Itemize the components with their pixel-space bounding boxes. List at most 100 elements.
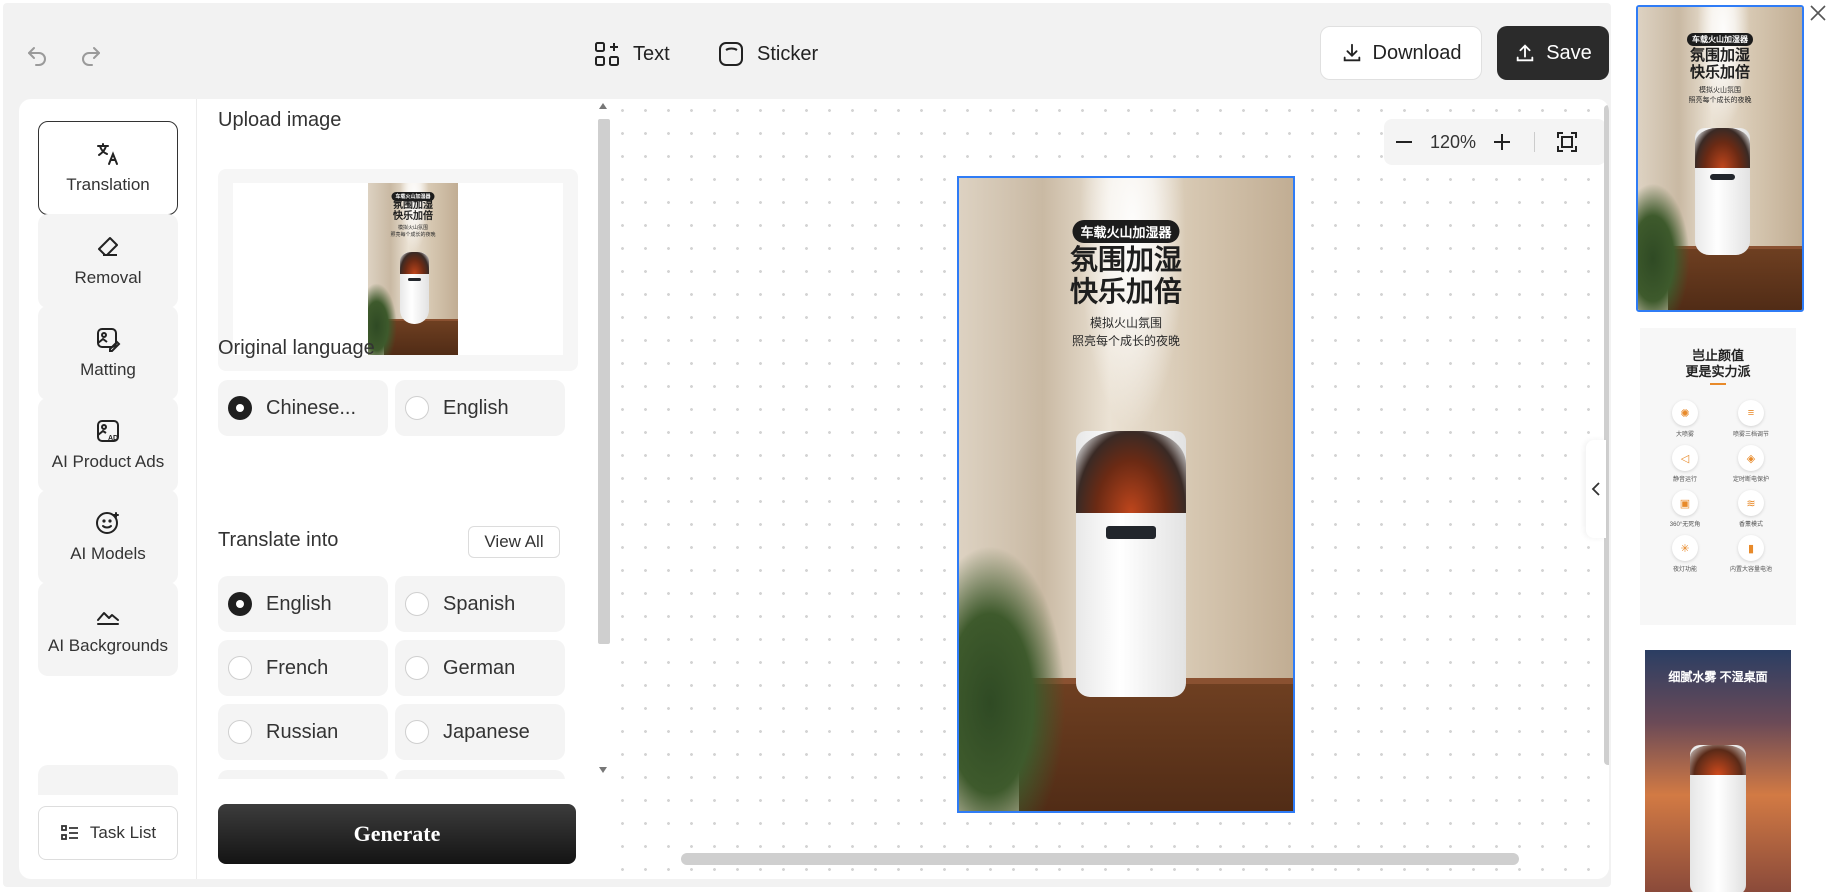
sticker-icon: [719, 42, 743, 66]
add-sticker-button[interactable]: Sticker: [717, 35, 818, 73]
canvas-vertical-scrollbar[interactable]: [1604, 105, 1609, 765]
sidebar-item-label: Removal: [74, 268, 142, 287]
radio-original-chinese[interactable]: Chinese...: [218, 380, 388, 436]
feature-item: ▮ 内置大容量电池: [1718, 535, 1784, 573]
page-thumbnail-1[interactable]: 车载火山加湿器 氛围加湿 快乐加倍 模拟火山氛围 照亮每个成长的夜晚: [1636, 5, 1804, 312]
radio-dot: [405, 656, 429, 680]
radio-target-english[interactable]: English: [218, 576, 388, 632]
view-all-languages-button[interactable]: View All: [468, 526, 560, 558]
radio-label: German: [443, 656, 516, 679]
sidebar-item-ai-models[interactable]: AI Models: [38, 490, 178, 584]
editor-window: Text Sticker Download Save Translation R…: [3, 3, 1611, 887]
feature-item: ◈ 定时断电保护: [1718, 445, 1784, 483]
tool-sidebar: Translation Removal Matting AD AI Produc…: [19, 99, 197, 879]
feature-item: ≋ 香薰模式: [1718, 490, 1784, 528]
thumb-poster-sub-2: 照亮每个成长的夜晚: [390, 232, 436, 238]
add-text-icon: [595, 42, 619, 66]
download-button[interactable]: Download: [1320, 26, 1482, 80]
page-thumbnail-2[interactable]: 岂止颜值 更是实力派 ✺ 大喷雾 ≡ 喷雾三档调节 ◁ 静音运行 ◈ 定时断电保护 ▣ 3…: [1640, 328, 1796, 625]
upload-preview-frame: 车载火山加湿器 氛围加湿 快乐加倍 模拟火山氛围 照亮每个成长的夜晚: [233, 183, 563, 355]
thumb-poster-headline-1: 氛围加湿: [393, 200, 433, 211]
poster-tag: 车载火山加湿器: [1072, 220, 1180, 243]
poster-sub-1: 模拟火山氛围: [1699, 87, 1741, 94]
radio-target-russian[interactable]: Russian: [218, 704, 388, 760]
radio-dot: [405, 592, 429, 616]
add-text-button[interactable]: Text: [593, 35, 670, 73]
options-scroll-area[interactable]: Upload image 车载火山加湿器 氛围加湿 快乐加倍 模拟火山氛围 照亮…: [197, 99, 597, 779]
upload-icon: [1516, 44, 1534, 62]
radio-dot: [228, 720, 252, 744]
radio-label: French: [266, 656, 329, 679]
image-edit-icon: [97, 328, 121, 352]
radio-option-partial[interactable]: [218, 770, 388, 779]
upload-title: Upload image: [218, 109, 342, 131]
feature-grid: ✺ 大喷雾 ≡ 喷雾三档调节 ◁ 静音运行 ◈ 定时断电保护 ▣ 360°无死角 ≋ 香薰模…: [1652, 400, 1784, 573]
zoom-in-button[interactable]: [1482, 131, 1522, 153]
radio-original-english[interactable]: English: [395, 380, 565, 436]
zoom-controls: 120%: [1384, 119, 1606, 165]
poster-sub-2: 照亮每个成长的夜晚: [1071, 334, 1180, 348]
poster-sub-1: 模拟火山氛围: [1089, 316, 1162, 330]
plus-icon: [1494, 134, 1510, 150]
radio-target-german[interactable]: German: [395, 640, 565, 696]
sidebar-item-label: Translation: [66, 175, 150, 194]
page-thumbnail-3[interactable]: 细腻水雾 不湿桌面: [1645, 650, 1791, 892]
undo-button[interactable]: [20, 39, 54, 73]
radio-label: English: [443, 396, 509, 419]
generate-button[interactable]: Generate: [218, 804, 576, 864]
light-icon: ✳: [1672, 535, 1698, 561]
model-face-icon: [96, 512, 119, 534]
task-list-label: Task List: [89, 823, 157, 842]
sidebar-item-removal[interactable]: Removal: [38, 214, 178, 308]
save-button[interactable]: Save: [1497, 26, 1609, 80]
redo-button[interactable]: [74, 39, 108, 73]
landscape-icon: [97, 612, 119, 625]
poster-sub-2: 照亮每个成长的夜晚: [1688, 97, 1752, 104]
radio-target-japanese[interactable]: Japanese: [395, 704, 565, 760]
sidebar-item-translation[interactable]: Translation: [38, 121, 178, 215]
battery-icon: ▮: [1738, 535, 1764, 561]
list-icon: [61, 825, 78, 840]
canvas-horizontal-scrollbar[interactable]: [681, 853, 1519, 865]
radio-dot: [228, 656, 252, 680]
scroll-down-icon: [599, 767, 607, 773]
fit-screen-button[interactable]: [1547, 131, 1587, 153]
poster-tag: 车载火山加湿器: [1687, 33, 1753, 46]
original-language-title: Original language: [218, 337, 375, 359]
workspace: Translation Removal Matting AD AI Produc…: [19, 99, 1609, 879]
sidebar-item-more[interactable]: [38, 765, 178, 795]
uploaded-image-thumbnail: 车载火山加湿器 氛围加湿 快乐加倍 模拟火山氛围 照亮每个成长的夜晚: [368, 183, 458, 355]
sidebar-item-ai-backgrounds[interactable]: AI Backgrounds: [38, 582, 178, 676]
add-sticker-label: Sticker: [757, 42, 819, 65]
radio-target-french[interactable]: French: [218, 640, 388, 696]
thumb-poster-sub-1: 模拟火山氛围: [397, 225, 428, 231]
radio-label: Spanish: [443, 592, 516, 615]
feature-item: ✺ 大喷雾: [1652, 400, 1718, 438]
zoom-out-button[interactable]: [1384, 131, 1424, 153]
radio-dot: [228, 396, 252, 420]
volcano-dome: [1690, 745, 1746, 775]
translate-into-title: Translate into: [218, 529, 339, 551]
task-list-button[interactable]: Task List: [38, 806, 178, 860]
scroll-up-icon: [599, 103, 607, 109]
sidebar-item-ai-product-ads[interactable]: AD AI Product Ads: [38, 398, 178, 492]
ad-image-icon: AD: [97, 420, 119, 442]
radio-dot: [405, 396, 429, 420]
options-scrollbar-thumb[interactable]: [598, 119, 610, 644]
sidebar-item-matting[interactable]: Matting: [38, 306, 178, 400]
sun-icon: ✺: [1672, 400, 1698, 426]
close-icon[interactable]: [1807, 2, 1829, 24]
download-icon: [1343, 43, 1360, 62]
fit-screen-icon: [1557, 132, 1577, 152]
collapse-panel-button[interactable]: [1586, 440, 1606, 538]
aroma-icon: ≋: [1738, 490, 1764, 516]
sidebar-item-label: AI Models: [70, 544, 146, 563]
radio-target-spanish[interactable]: Spanish: [395, 576, 565, 632]
mute-icon: ◁: [1672, 445, 1698, 471]
design-canvas[interactable]: 120% 车载火山加湿器 氛围加湿 快乐加倍 模拟火山氛围 照亮每个成长的夜晚: [611, 99, 1609, 879]
undo-icon: [28, 47, 46, 66]
sliders-icon: ≡: [1738, 400, 1764, 426]
radio-label: English: [266, 592, 332, 615]
selected-canvas-image[interactable]: 车载火山加湿器 氛围加湿 快乐加倍 模拟火山氛围 照亮每个成长的夜晚: [957, 176, 1295, 813]
radio-option-partial[interactable]: [395, 770, 565, 779]
